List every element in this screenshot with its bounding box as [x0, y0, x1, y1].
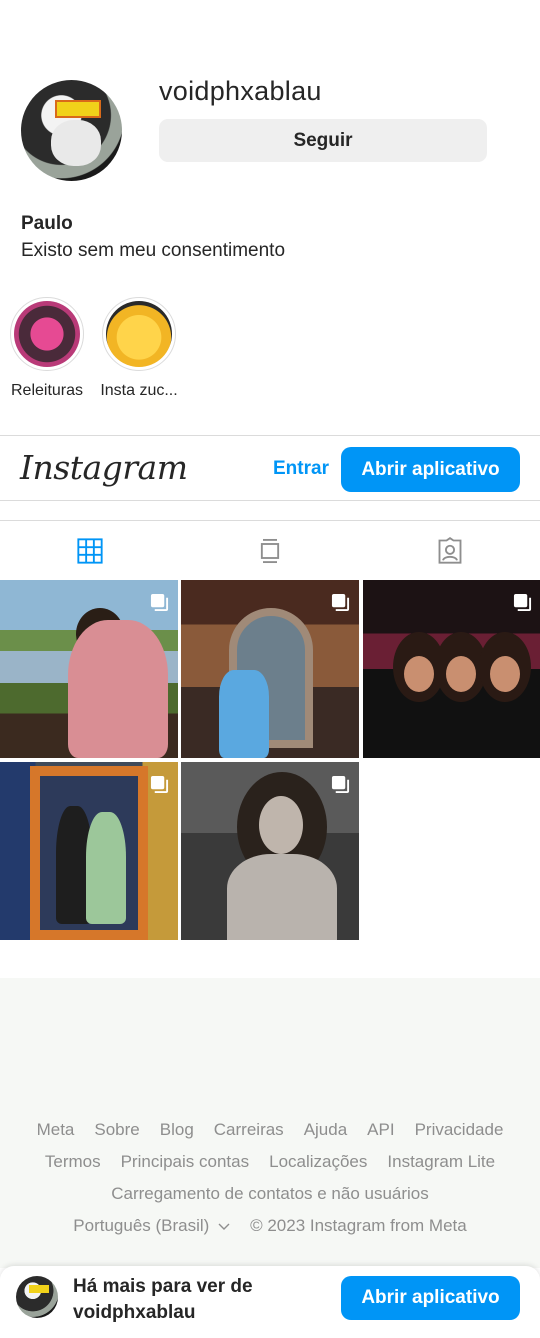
- profile-tabs: [0, 520, 540, 580]
- app-bar: Instagram Entrar Abrir aplicativo: [0, 435, 540, 501]
- profile-header: voidphxablau Seguir: [0, 0, 540, 200]
- language-label: Português (Brasil): [73, 1216, 210, 1235]
- post-thumbnail[interactable]: [181, 762, 359, 940]
- avatar-eye-band: [55, 100, 101, 118]
- banner-text-line2: voidphxablau: [73, 1302, 196, 1323]
- footer-link-meta[interactable]: Meta: [37, 1120, 75, 1140]
- highlight-releituras[interactable]: Releituras: [9, 297, 85, 399]
- post-thumbnail[interactable]: [181, 580, 359, 758]
- footer-link-contact-upload[interactable]: Carregamento de contatos e não usuários: [111, 1184, 429, 1204]
- login-link[interactable]: Entrar: [273, 458, 329, 480]
- post-thumbnail[interactable]: [0, 762, 178, 940]
- footer-link-carreiras[interactable]: Carreiras: [214, 1120, 284, 1140]
- multiple-photos-icon: [331, 593, 350, 612]
- grid-icon: [77, 537, 103, 564]
- profile-bio: Existo sem meu consentimento: [21, 240, 286, 261]
- tab-tagged[interactable]: [360, 521, 540, 580]
- footer-links-row: Carregamento de contatos e não usuários: [0, 1184, 540, 1204]
- feed-icon: [260, 538, 280, 563]
- footer-link-privacidade[interactable]: Privacidade: [415, 1120, 504, 1140]
- post-image-detail: [219, 670, 269, 758]
- footer-link-principais-contas[interactable]: Principais contas: [121, 1152, 250, 1172]
- tagged-user-icon: [438, 536, 462, 564]
- highlight-cover: [106, 301, 172, 367]
- banner-open-app-button[interactable]: Abrir aplicativo: [341, 1276, 520, 1320]
- post-thumbnail[interactable]: [0, 580, 178, 758]
- post-image-detail: [86, 812, 126, 924]
- multiple-photos-icon: [513, 593, 532, 612]
- highlight-cover: [14, 301, 80, 367]
- instagram-logo[interactable]: Instagram: [20, 448, 188, 487]
- footer-links-row: Meta Sobre Blog Carreiras Ajuda API Priv…: [0, 1120, 540, 1140]
- avatar-eye-band: [29, 1285, 49, 1293]
- post-image-detail: [259, 796, 303, 854]
- highlight-ring: [10, 297, 84, 371]
- multiple-photos-icon: [150, 775, 169, 794]
- footer-link-localizacoes[interactable]: Localizações: [269, 1152, 367, 1172]
- footer-links-row: Termos Principais contas Localizações In…: [0, 1152, 540, 1172]
- footer-link-termos[interactable]: Termos: [45, 1152, 101, 1172]
- footer-link-instagram-lite[interactable]: Instagram Lite: [387, 1152, 495, 1172]
- post-image-detail: [68, 620, 168, 758]
- banner-avatar: [16, 1276, 58, 1318]
- highlight-label: Releituras: [10, 382, 84, 399]
- post-image-detail: [490, 656, 520, 692]
- profile-avatar[interactable]: [21, 80, 122, 181]
- profile-full-name: Paulo: [21, 213, 73, 234]
- tab-feed[interactable]: [180, 521, 360, 580]
- language-selector[interactable]: Português (Brasil): [73, 1216, 230, 1236]
- banner-text-line1: Há mais para ver de: [73, 1276, 253, 1297]
- footer: Meta Sobre Blog Carreiras Ajuda API Priv…: [0, 978, 540, 1268]
- highlight-insta-zuc[interactable]: Insta zuc...: [100, 297, 178, 399]
- highlight-label: Insta zuc...: [100, 382, 178, 399]
- multiple-photos-icon: [331, 775, 350, 794]
- profile-username: voidphxablau: [159, 76, 322, 106]
- post-thumbnail[interactable]: [363, 580, 540, 758]
- footer-link-sobre[interactable]: Sobre: [94, 1120, 139, 1140]
- copyright: © 2023 Instagram from Meta: [250, 1216, 467, 1235]
- post-image-detail: [404, 656, 434, 692]
- footer-link-ajuda[interactable]: Ajuda: [304, 1120, 347, 1140]
- banner-text: Há mais para ver de voidphxablau: [73, 1274, 323, 1326]
- footer-bottom-row: Português (Brasil) © 2023 Instagram from…: [0, 1216, 540, 1236]
- open-app-button[interactable]: Abrir aplicativo: [341, 447, 520, 492]
- tab-posts-grid[interactable]: [0, 521, 180, 580]
- highlight-ring: [102, 297, 176, 371]
- footer-link-api[interactable]: API: [367, 1120, 394, 1140]
- open-app-banner: Há mais para ver de voidphxablau Abrir a…: [0, 1266, 540, 1338]
- follow-button[interactable]: Seguir: [159, 119, 487, 162]
- footer-link-blog[interactable]: Blog: [160, 1120, 194, 1140]
- avatar-face: [51, 120, 101, 166]
- post-image-detail: [446, 656, 476, 692]
- multiple-photos-icon: [150, 593, 169, 612]
- chevron-down-icon: [218, 1223, 230, 1230]
- post-image-detail: [227, 854, 337, 940]
